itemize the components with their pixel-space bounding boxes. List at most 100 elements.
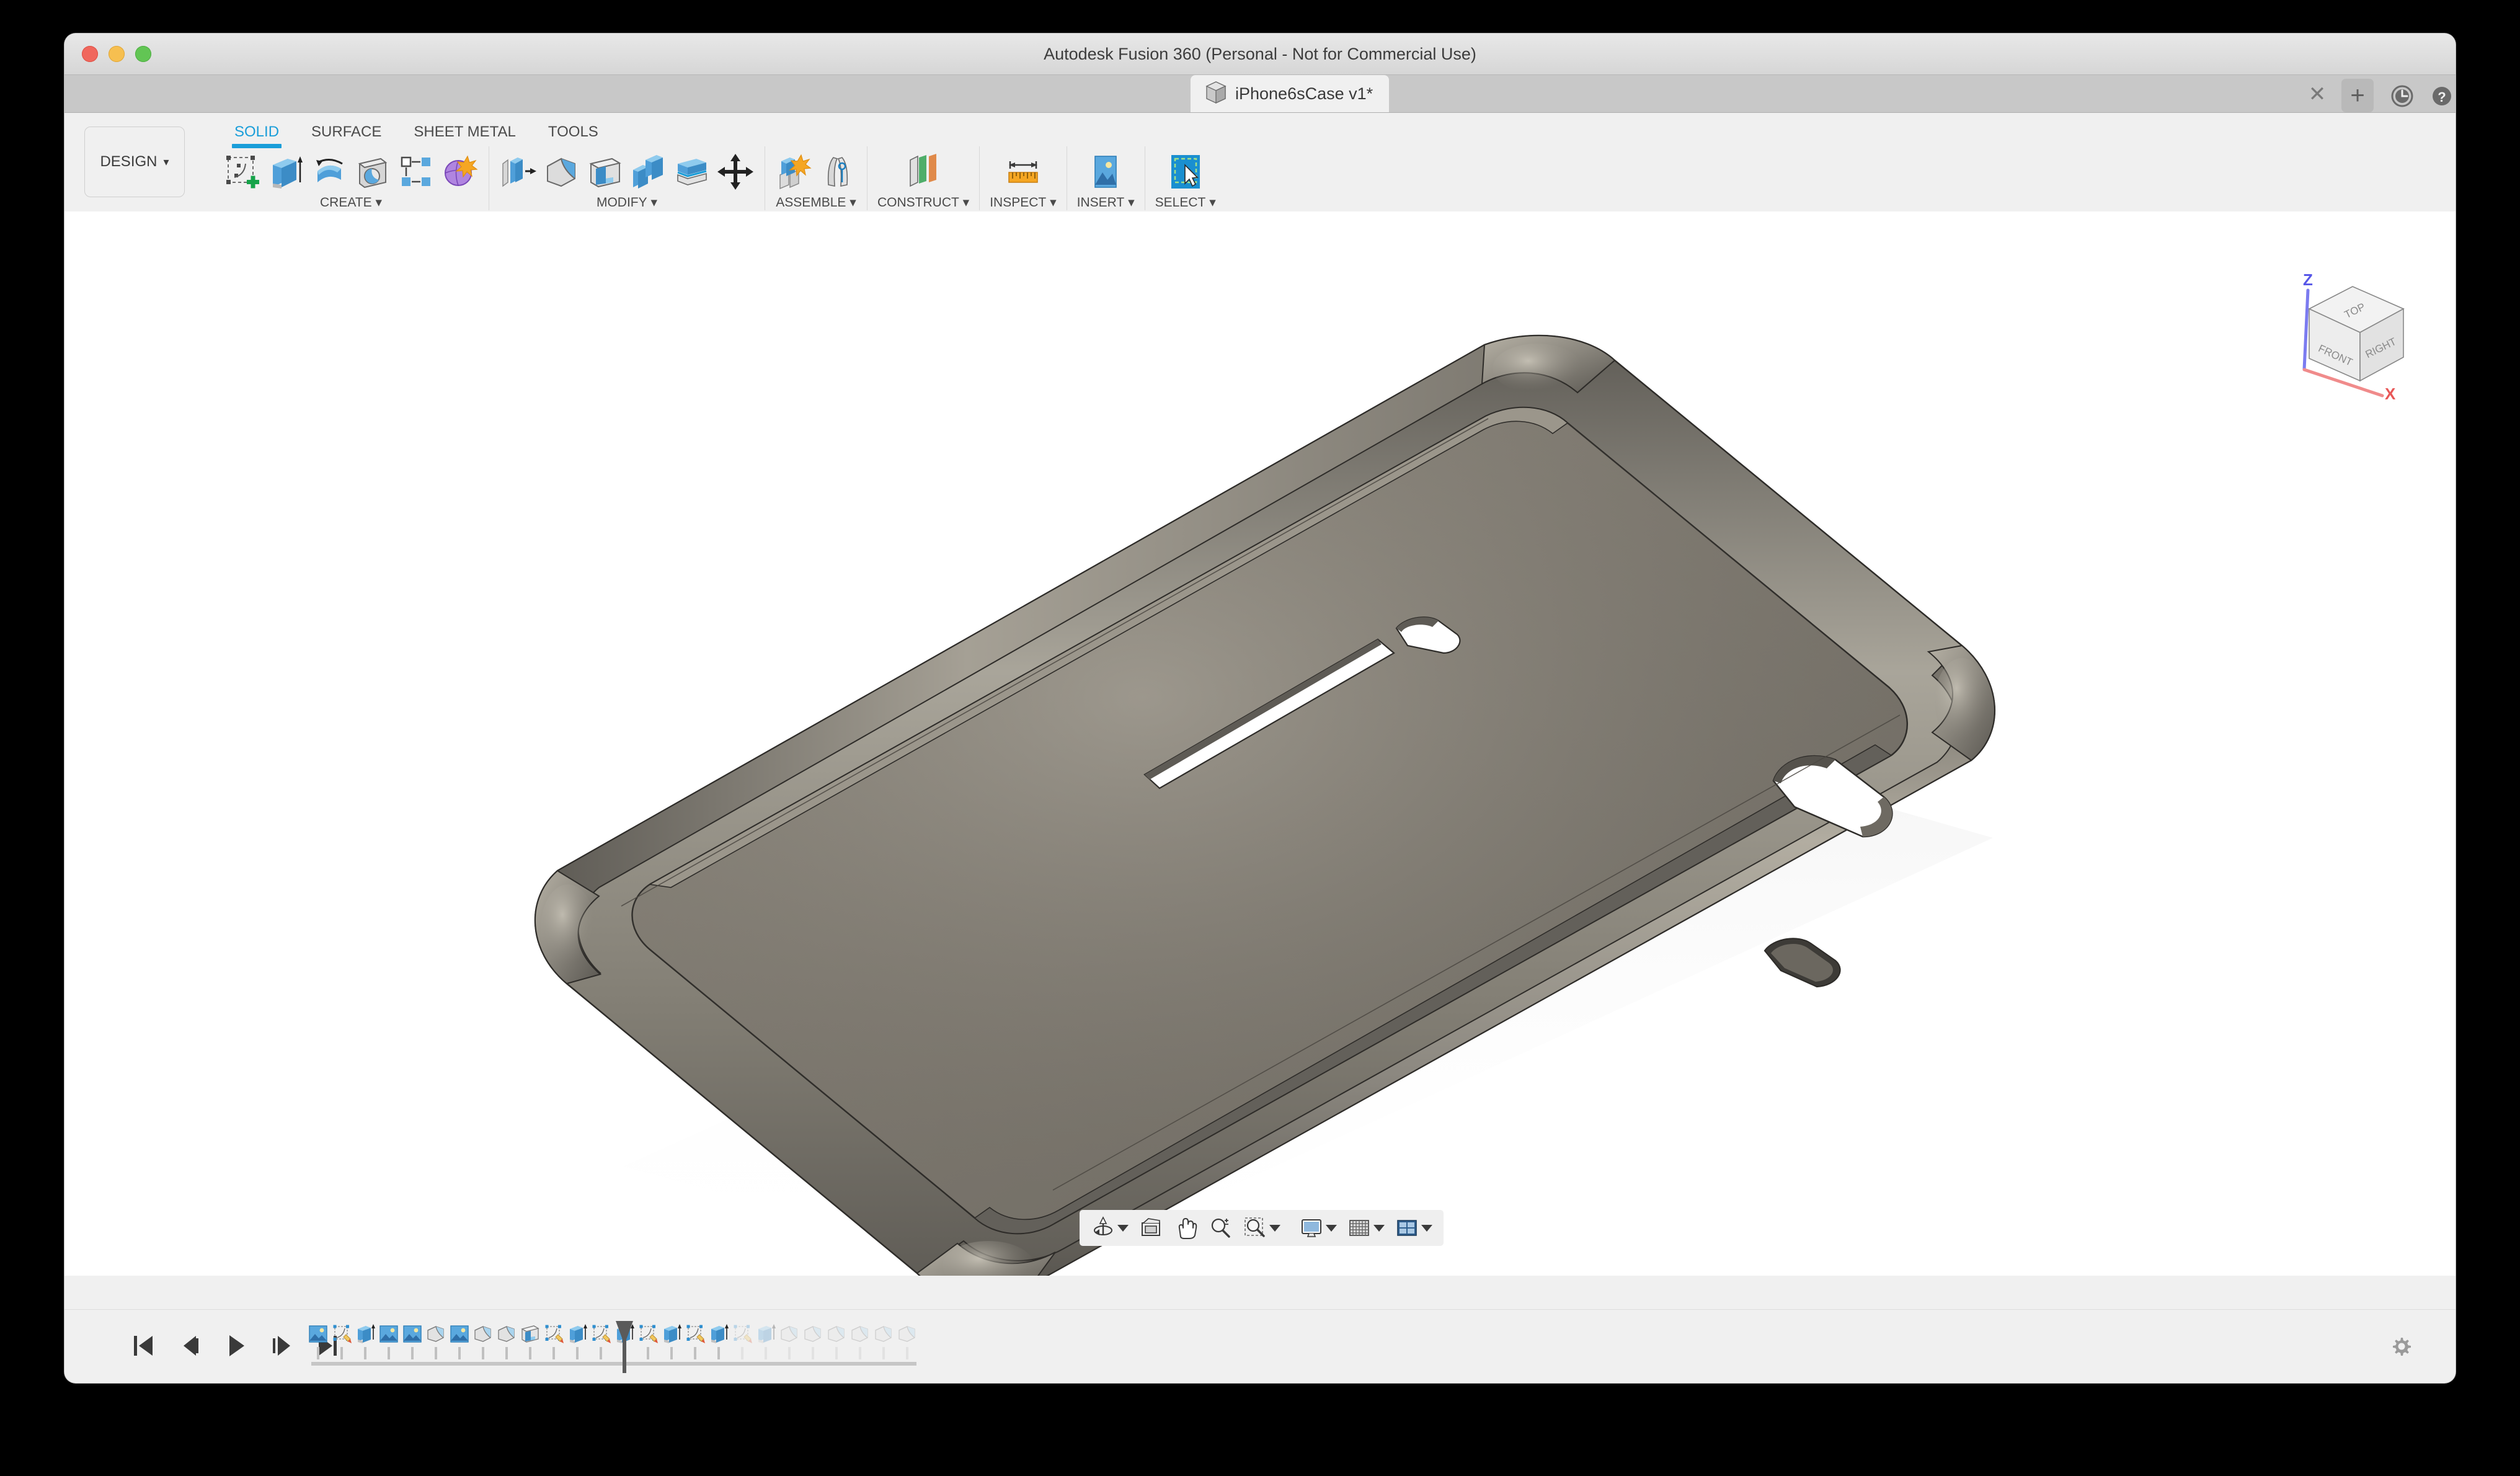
timeline-feature-canvas[interactable]: [401, 1323, 424, 1359]
timeline-feature-sketch[interactable]: [636, 1323, 660, 1359]
document-tab[interactable]: iPhone6sCase v1*: [1191, 75, 1390, 112]
grid-snaps-icon: [1349, 1220, 1369, 1236]
timeline-feature-canvas[interactable]: [306, 1323, 330, 1359]
create-form-icon[interactable]: [440, 153, 479, 191]
rectangular-pattern-icon[interactable]: [397, 153, 435, 191]
chevron-down-icon: ▾: [647, 195, 658, 210]
timeline-feature-fillet[interactable]: [895, 1323, 919, 1359]
timeline-tick: [859, 1347, 861, 1359]
timeline-feature-sketch[interactable]: [730, 1323, 754, 1359]
job-status-clock-icon[interactable]: [2389, 82, 2416, 110]
new-component-icon[interactable]: [775, 153, 814, 191]
workspace-switcher-design[interactable]: DESIGN ▾: [84, 127, 185, 197]
timeline-track[interactable]: [311, 1362, 916, 1366]
view-cube-box[interactable]: TOP FRONT RIGHT: [2308, 286, 2405, 382]
hole-icon[interactable]: [353, 153, 392, 191]
new-document-tab-button[interactable]: +: [2341, 79, 2374, 112]
viewports-icon: [1397, 1220, 1417, 1236]
component-cube-icon: [1205, 81, 1227, 107]
ribbon-panel-construct: CONSTRUCT ▾: [867, 146, 979, 210]
timeline-tick: [482, 1347, 484, 1359]
fit-icon: [1244, 1217, 1265, 1237]
pan-button[interactable]: [1168, 1216, 1203, 1240]
step-back-icon[interactable]: [177, 1332, 202, 1359]
assemble-panel-label[interactable]: ASSEMBLE ▾: [776, 195, 856, 210]
combine-icon[interactable]: [629, 153, 668, 191]
split-face-icon[interactable]: [673, 153, 711, 191]
timeline-feature-extrude[interactable]: [353, 1323, 377, 1359]
zoom-button[interactable]: [1203, 1216, 1238, 1240]
timeline-feature-sketch[interactable]: [589, 1323, 613, 1359]
ribbon-tab-tools[interactable]: TOOLS: [532, 118, 614, 146]
timeline-feature-fillet[interactable]: [778, 1323, 801, 1359]
timeline-marker[interactable]: [616, 1321, 633, 1373]
timeline-tick: [505, 1347, 508, 1359]
timeline-features: [306, 1323, 919, 1359]
viewports-button[interactable]: [1390, 1216, 1437, 1240]
view-cube[interactable]: Z X TOP FRONT RIGHT: [2278, 264, 2427, 403]
timeline-feature-fillet[interactable]: [495, 1323, 518, 1359]
timeline-feature-extrude[interactable]: [566, 1323, 589, 1359]
select-panel-label[interactable]: SELECT ▾: [1155, 195, 1216, 210]
timeline-feature-sketch[interactable]: [330, 1323, 353, 1359]
chevron-down-icon: [1373, 1224, 1385, 1232]
chevron-down-icon: ▾: [1205, 195, 1216, 210]
inspect-panel-label[interactable]: INSPECT ▾: [990, 195, 1056, 210]
help-question-icon[interactable]: ?: [2428, 82, 2456, 110]
timeline-feature-extrude[interactable]: [660, 1323, 683, 1359]
timeline[interactable]: [306, 1318, 1013, 1376]
timeline-feature-extrude[interactable]: [707, 1323, 730, 1359]
model-render[interactable]: [64, 211, 2456, 1276]
grid-snaps-button[interactable]: [1342, 1216, 1390, 1240]
insert-canvas-icon[interactable]: [1086, 153, 1125, 191]
move-copy-icon[interactable]: [716, 153, 755, 191]
modify-panel-label[interactable]: MODIFY ▾: [597, 195, 657, 210]
timeline-feature-fillet[interactable]: [801, 1323, 825, 1359]
timeline-feature-canvas[interactable]: [377, 1323, 401, 1359]
look-at-button[interactable]: [1134, 1216, 1168, 1240]
press-pull-icon[interactable]: [499, 153, 538, 191]
timeline-feature-shell[interactable]: [518, 1323, 542, 1359]
gear-icon[interactable]: [2387, 1332, 2416, 1361]
workspace-label: DESIGN: [100, 153, 158, 170]
go-to-beginning-icon[interactable]: [131, 1332, 156, 1359]
measure-icon[interactable]: [1004, 153, 1042, 191]
chevron-down-icon: [1117, 1224, 1129, 1232]
display-settings-button[interactable]: [1294, 1216, 1342, 1240]
timeline-feature-extrude[interactable]: [754, 1323, 778, 1359]
ribbon-tab-surface[interactable]: SURFACE: [295, 118, 397, 146]
3d-viewport[interactable]: Z X TOP FRONT RIGHT: [64, 211, 2456, 1276]
ribbon-panel-assemble: ASSEMBLE ▾: [765, 146, 867, 210]
select-window-icon[interactable]: [1166, 153, 1205, 191]
timeline-tick: [364, 1347, 366, 1359]
timeline-feature-fillet[interactable]: [825, 1323, 848, 1359]
step-forward-icon[interactable]: [269, 1332, 294, 1359]
ribbon-panel-modify: MODIFY ▾: [489, 146, 765, 210]
timeline-feature-fillet[interactable]: [848, 1323, 872, 1359]
play-icon[interactable]: [223, 1332, 248, 1359]
timeline-feature-sketch[interactable]: [683, 1323, 707, 1359]
insert-panel-label[interactable]: INSERT ▾: [1077, 195, 1135, 210]
fit-button[interactable]: [1238, 1216, 1285, 1240]
timeline-feature-fillet[interactable]: [424, 1323, 448, 1359]
navigation-bar: [1080, 1210, 1444, 1246]
svg-text:?: ?: [2438, 89, 2446, 105]
ribbon-tab-sheet-metal[interactable]: SHEET METAL: [397, 118, 531, 146]
timeline-feature-sketch[interactable]: [542, 1323, 566, 1359]
close-document-tab-button[interactable]: ✕: [2304, 81, 2330, 107]
orbit-button[interactable]: [1086, 1216, 1134, 1240]
timeline-feature-canvas[interactable]: [448, 1323, 471, 1359]
timeline-feature-fillet[interactable]: [471, 1323, 495, 1359]
fillet-icon[interactable]: [543, 153, 581, 191]
create-sketch-icon[interactable]: [223, 153, 262, 191]
joint-icon[interactable]: [819, 153, 857, 191]
shell-icon[interactable]: [586, 153, 624, 191]
revolve-icon[interactable]: [310, 153, 348, 191]
timeline-feature-fillet[interactable]: [872, 1323, 895, 1359]
orbit-icon: [1094, 1216, 1112, 1235]
offset-plane-icon[interactable]: [904, 153, 943, 191]
create-panel-label[interactable]: CREATE ▾: [320, 195, 382, 210]
construct-panel-label[interactable]: CONSTRUCT ▾: [877, 195, 969, 210]
ribbon-tab-solid[interactable]: SOLID: [218, 118, 295, 148]
extrude-icon[interactable]: [267, 153, 305, 191]
